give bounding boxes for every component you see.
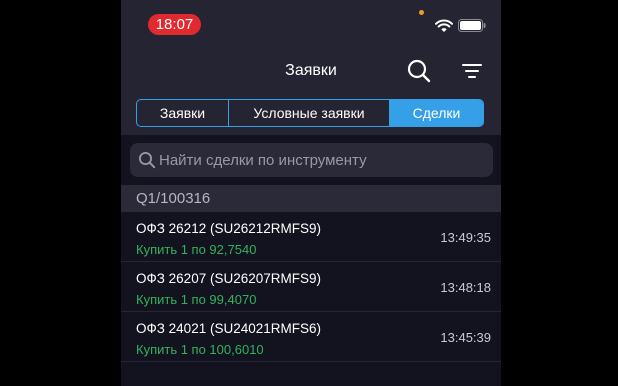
section-header: Q1/100316 <box>121 185 501 212</box>
trade-row[interactable]: ОФЗ 24021 (SU24021RMFS6) Купить 1 по 100… <box>121 312 501 362</box>
tab-orders[interactable]: Заявки <box>137 100 229 126</box>
trade-time: 13:45:39 <box>440 330 491 345</box>
trade-instrument: ОФЗ 26212 (SU26212RMFS9) <box>136 221 321 236</box>
trade-instrument: ОФЗ 24021 (SU24021RMFS6) <box>136 321 321 336</box>
search-field <box>130 143 493 177</box>
trade-action: Купить 1 по 92,7540 <box>136 242 257 257</box>
search-input[interactable] <box>159 143 479 177</box>
filter-icon[interactable] <box>461 62 483 80</box>
trade-action: Купить 1 по 99,4070 <box>136 292 257 307</box>
battery-icon <box>458 19 486 32</box>
tab-conditional-orders[interactable]: Условные заявки <box>229 100 390 126</box>
nav-bar: Заявки Заявки Условные заявки Сделки <box>121 50 501 135</box>
trade-time: 13:49:35 <box>440 230 491 245</box>
trade-time: 13:48:18 <box>440 280 491 295</box>
trade-instrument: ОФЗ 26207 (SU26207RMFS9) <box>136 271 321 286</box>
tab-deals[interactable]: Сделки <box>390 100 483 126</box>
search-icon[interactable] <box>406 58 432 84</box>
status-time: 18:07 <box>148 14 201 35</box>
trade-row[interactable]: ОФЗ 26207 (SU26207RMFS9) Купить 1 по 99,… <box>121 262 501 312</box>
phone-screen: 18:07 Заявки Заявки Условные заявки Сдел… <box>121 0 501 386</box>
trade-action: Купить 1 по 100,6010 <box>136 342 264 357</box>
search-field-icon <box>139 152 156 169</box>
trade-row[interactable]: ОФЗ 26212 (SU26212RMFS9) Купить 1 по 92,… <box>121 212 501 262</box>
wifi-icon <box>435 19 453 32</box>
segmented-control: Заявки Условные заявки Сделки <box>136 99 484 127</box>
privacy-indicator-dot <box>419 10 424 15</box>
status-bar: 18:07 <box>121 0 501 50</box>
page-title: Заявки <box>285 62 337 79</box>
